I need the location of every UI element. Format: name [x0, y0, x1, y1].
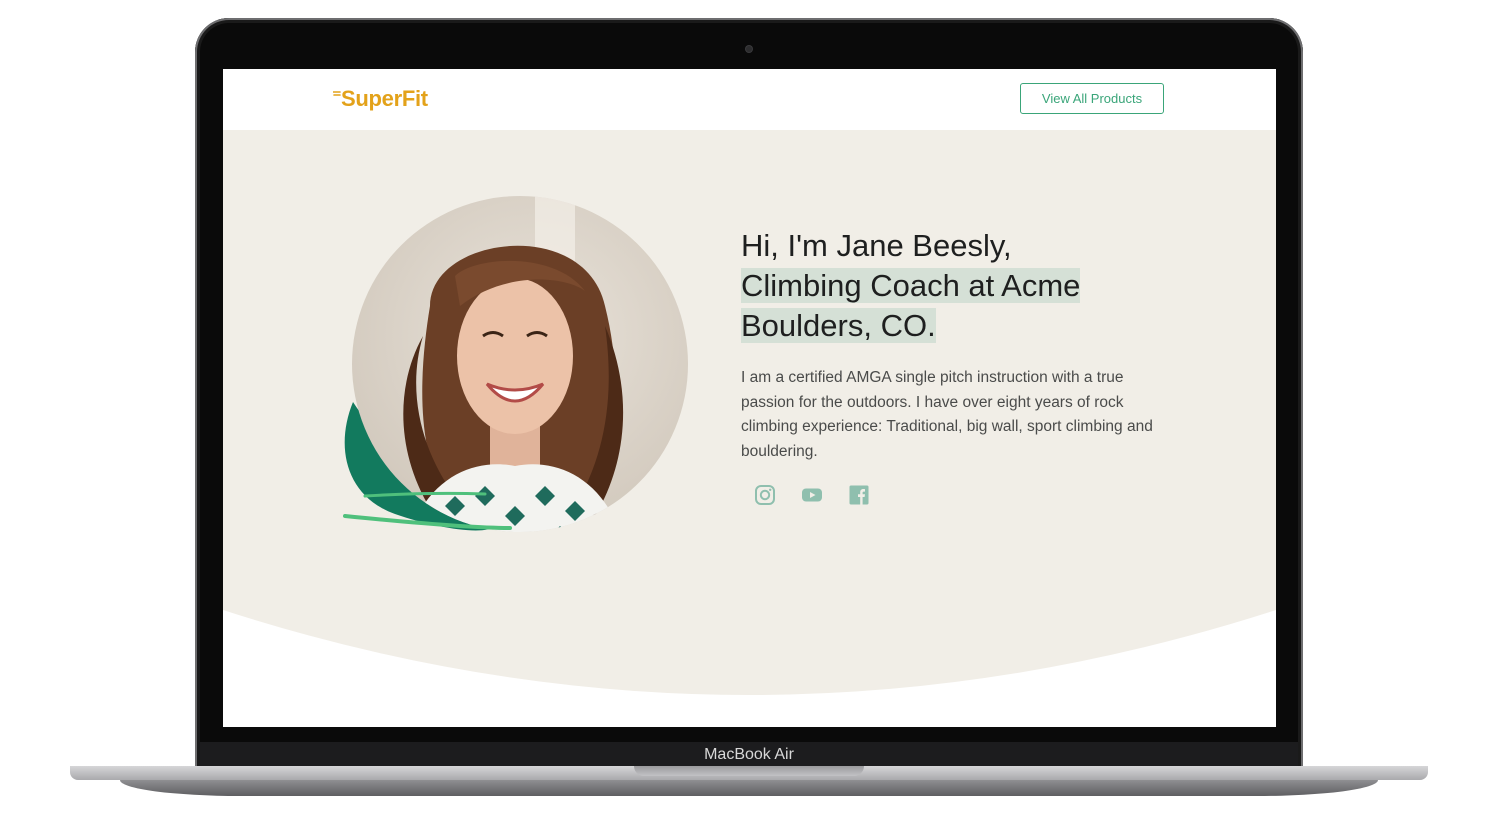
view-all-products-button[interactable]: View All Products — [1020, 83, 1164, 114]
camera-icon — [746, 46, 752, 52]
headline-highlight: Climbing Coach at Acme Boulders, CO. — [741, 268, 1081, 343]
laptop-model-label: MacBook Air — [704, 746, 794, 763]
hero-section: Hi, I'm Jane Beesly, Climbing Coach at Ac… — [223, 130, 1276, 727]
youtube-icon[interactable] — [801, 484, 823, 506]
logo-swoosh-icon — [333, 91, 341, 96]
social-links — [754, 484, 870, 506]
hero-bio: I am a certified AMGA single pitch instr… — [741, 369, 1153, 460]
laptop-notch — [634, 766, 864, 776]
laptop-base-bottom — [120, 780, 1378, 796]
website-screen: SuperFit View All Products Hi, I'm Jane … — [223, 69, 1276, 727]
facebook-icon[interactable] — [848, 484, 870, 506]
headline-greeting: Hi, I'm Jane Beesly, — [741, 228, 1012, 263]
hero-headline: Hi, I'm Jane Beesly, Climbing Coach at Ac… — [741, 226, 1161, 346]
coach-portrait — [335, 196, 695, 546]
brand-name: SuperFit — [341, 86, 428, 111]
brand-logo[interactable]: SuperFit — [333, 83, 428, 115]
navbar: SuperFit View All Products — [223, 69, 1276, 130]
hero-bottom-curve — [223, 610, 1276, 727]
instagram-icon[interactable] — [754, 484, 776, 506]
